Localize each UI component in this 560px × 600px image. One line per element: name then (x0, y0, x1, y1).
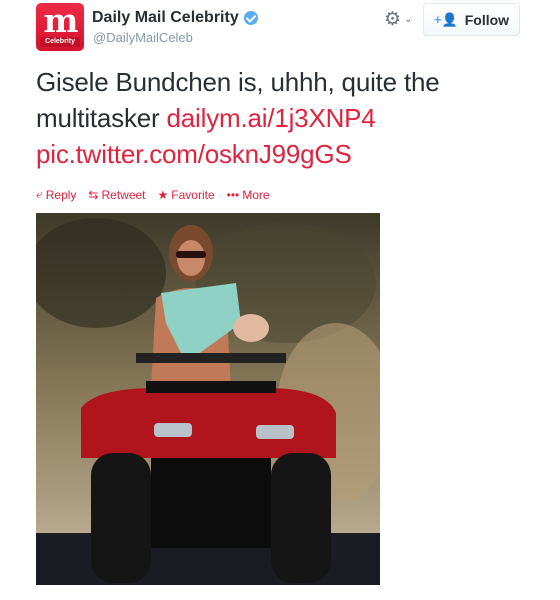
retweet-icon: ⇆ (88, 187, 99, 202)
more-label: More (242, 187, 270, 202)
sunglasses (176, 251, 206, 258)
tweet-text: Gisele Bundchen is, uhhh, quite the mult… (36, 64, 536, 172)
more-button[interactable]: ••• More (227, 187, 270, 202)
avatar-tag: Celebrity (40, 37, 80, 47)
avatar[interactable]: m Celebrity (36, 3, 84, 51)
headlight-left (154, 423, 192, 437)
reply-icon: ⤶ (36, 187, 43, 201)
gear-icon: ⚙ (384, 9, 402, 30)
favorite-button[interactable]: ★ Favorite (158, 187, 215, 202)
star-icon: ★ (157, 187, 169, 202)
user-handle[interactable]: @DailyMailCeleb (93, 30, 193, 45)
tweet-actions: ⤶ Reply ⇆ Retweet ★ Favorite ••• More (36, 187, 282, 202)
atv-body (81, 388, 336, 458)
tire-left (91, 453, 151, 583)
reply-label: Reply (45, 187, 77, 202)
display-name[interactable]: Daily Mail Celebrity (92, 9, 239, 27)
headlight-right (256, 425, 294, 439)
avatar-logo: m (43, 3, 79, 40)
article-link[interactable]: dailym.ai/1j3XNP4 (167, 103, 376, 133)
atv-rack (146, 381, 276, 393)
more-icon: ••• (226, 187, 240, 202)
tire-right (271, 453, 331, 583)
chevron-down-icon: ⌄ (404, 14, 413, 25)
reply-button[interactable]: ⤶ Reply (36, 187, 76, 202)
retweet-button[interactable]: ⇆ Retweet (88, 187, 145, 202)
atv-undercarriage (151, 458, 271, 548)
user-actions-dropdown[interactable]: ⚙ ⌄ (384, 10, 412, 29)
favorite-label: Favorite (171, 187, 215, 202)
handlebar (136, 353, 286, 363)
display-name-row[interactable]: Daily Mail Celebrity (92, 9, 258, 27)
retweet-label: Retweet (101, 187, 146, 202)
photo-illustration (36, 213, 380, 585)
tweet-photo[interactable] (36, 213, 380, 585)
follow-label: Follow (464, 11, 510, 28)
pic-link[interactable]: pic.twitter.com/osknJ99gGS (36, 139, 352, 169)
follow-button[interactable]: +👤 Follow (423, 3, 520, 36)
baby (233, 314, 269, 342)
verified-badge-icon (243, 11, 258, 25)
add-user-icon: +👤 (433, 11, 458, 27)
